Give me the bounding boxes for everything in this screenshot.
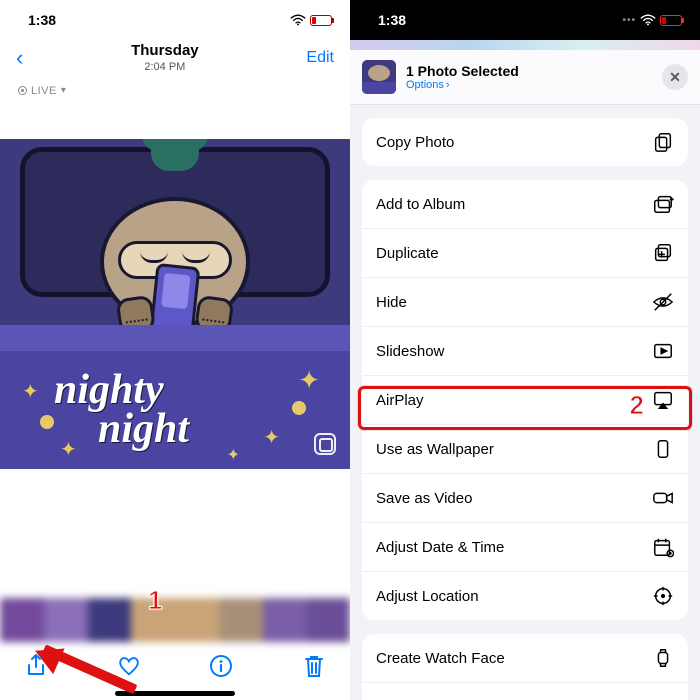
wifi-icon bbox=[290, 14, 306, 26]
photo-title: Thursday 2:04 PM bbox=[131, 42, 199, 75]
photo-overlay-text: nighty night bbox=[54, 371, 189, 451]
trash-icon[interactable] bbox=[302, 653, 326, 679]
option-slideshow[interactable]: Slideshow bbox=[362, 326, 688, 375]
option-label: Slideshow bbox=[376, 343, 444, 360]
callout-2: 2 bbox=[630, 390, 644, 421]
close-button[interactable]: ✕ bbox=[662, 64, 688, 90]
option-create-watch-face[interactable]: Create Watch Face bbox=[362, 634, 688, 682]
option-duplicate[interactable]: Duplicate bbox=[362, 228, 688, 277]
status-time: 1:38 bbox=[378, 12, 406, 28]
status-bar: 1:38 bbox=[0, 0, 350, 32]
option-label: Copy Photo bbox=[376, 134, 454, 151]
back-button[interactable]: ‹ bbox=[16, 45, 23, 71]
selected-thumbnail[interactable] bbox=[362, 60, 396, 94]
options-list[interactable]: Copy Photo Add to Album Duplicate Hide Slid… bbox=[350, 110, 700, 700]
favorite-icon[interactable] bbox=[117, 653, 141, 679]
video-icon bbox=[652, 487, 674, 509]
option-label: Use as Wallpaper bbox=[376, 441, 494, 458]
watch-icon bbox=[652, 647, 674, 669]
status-time: 1:38 bbox=[28, 12, 56, 28]
thumbnail-strip[interactable] bbox=[0, 598, 350, 642]
selected-title: 1 Photo Selected bbox=[406, 63, 519, 79]
wifi-icon bbox=[640, 14, 656, 26]
duplicate-icon bbox=[652, 242, 674, 264]
option-label: Duplicate bbox=[376, 245, 439, 262]
photo-preview[interactable]: ✦ ✦ ✦ ✦ ✦ nighty night bbox=[0, 139, 350, 469]
status-bar: 1:38 ••• bbox=[350, 0, 700, 40]
photos-app-detail: 1:38 ‹ Thursday 2:04 PM Edit LIVE ▾ bbox=[0, 0, 350, 700]
header-day: Thursday bbox=[131, 42, 199, 61]
option-label: AirPlay bbox=[376, 392, 424, 409]
option-label: Adjust Location bbox=[376, 588, 479, 605]
option-label: Hide bbox=[376, 294, 407, 311]
sheet-header: 1 Photo Selected Options› ✕ bbox=[350, 50, 700, 105]
chevron-down-icon: ▾ bbox=[61, 85, 67, 96]
group-1: Copy Photo bbox=[362, 118, 688, 166]
option-label: Adjust Date & Time bbox=[376, 539, 504, 556]
play-icon bbox=[652, 340, 674, 362]
chevron-right-icon: › bbox=[446, 79, 450, 91]
status-right: ••• bbox=[622, 14, 682, 26]
hide-icon bbox=[652, 291, 674, 313]
option-adjust-location[interactable]: Adjust Location bbox=[362, 571, 688, 620]
calendar-icon bbox=[652, 536, 674, 558]
option-adjust-date-time[interactable]: Adjust Date & Time bbox=[362, 522, 688, 571]
option-label: Create Watch Face bbox=[376, 650, 505, 667]
photo-header: ‹ Thursday 2:04 PM Edit bbox=[0, 32, 350, 85]
option-save-as-video[interactable]: Save as Video bbox=[362, 473, 688, 522]
phone-icon bbox=[652, 438, 674, 460]
live-label: LIVE bbox=[31, 85, 57, 97]
airplay-icon bbox=[652, 389, 674, 411]
live-icon bbox=[18, 86, 27, 95]
option-use-as-wallpaper[interactable]: Use as Wallpaper bbox=[362, 424, 688, 473]
option-copy-photo[interactable]: Copy Photo bbox=[362, 118, 688, 166]
option-label: Save as Video bbox=[376, 490, 472, 507]
live-badge[interactable]: LIVE ▾ bbox=[0, 85, 350, 97]
annotation-arrow bbox=[44, 644, 144, 654]
sheet-grabber-blur bbox=[350, 40, 700, 50]
option-label: Add to Album bbox=[376, 196, 465, 213]
battery-icon bbox=[310, 15, 332, 26]
share-sheet: 1:38 ••• 1 Photo Selected Options› ✕ Cop… bbox=[350, 0, 700, 700]
options-button[interactable]: Options› bbox=[406, 79, 519, 91]
copy-icon bbox=[652, 131, 674, 153]
option-save-to-files[interactable]: Save to Files bbox=[362, 682, 688, 700]
option-add-to-album[interactable]: Add to Album bbox=[362, 180, 688, 228]
location-icon bbox=[652, 585, 674, 607]
album-icon bbox=[652, 193, 674, 215]
option-hide[interactable]: Hide bbox=[362, 277, 688, 326]
edit-button[interactable]: Edit bbox=[306, 49, 334, 67]
folder-icon bbox=[652, 696, 674, 700]
status-right bbox=[290, 14, 332, 26]
visual-lookup-icon[interactable] bbox=[314, 433, 336, 455]
group-3: Create Watch FaceSave to FilesAssign to … bbox=[362, 634, 688, 700]
battery-icon bbox=[660, 15, 682, 26]
callout-1: 1 bbox=[148, 585, 162, 616]
header-time: 2:04 PM bbox=[131, 61, 199, 75]
info-icon[interactable] bbox=[209, 653, 233, 679]
